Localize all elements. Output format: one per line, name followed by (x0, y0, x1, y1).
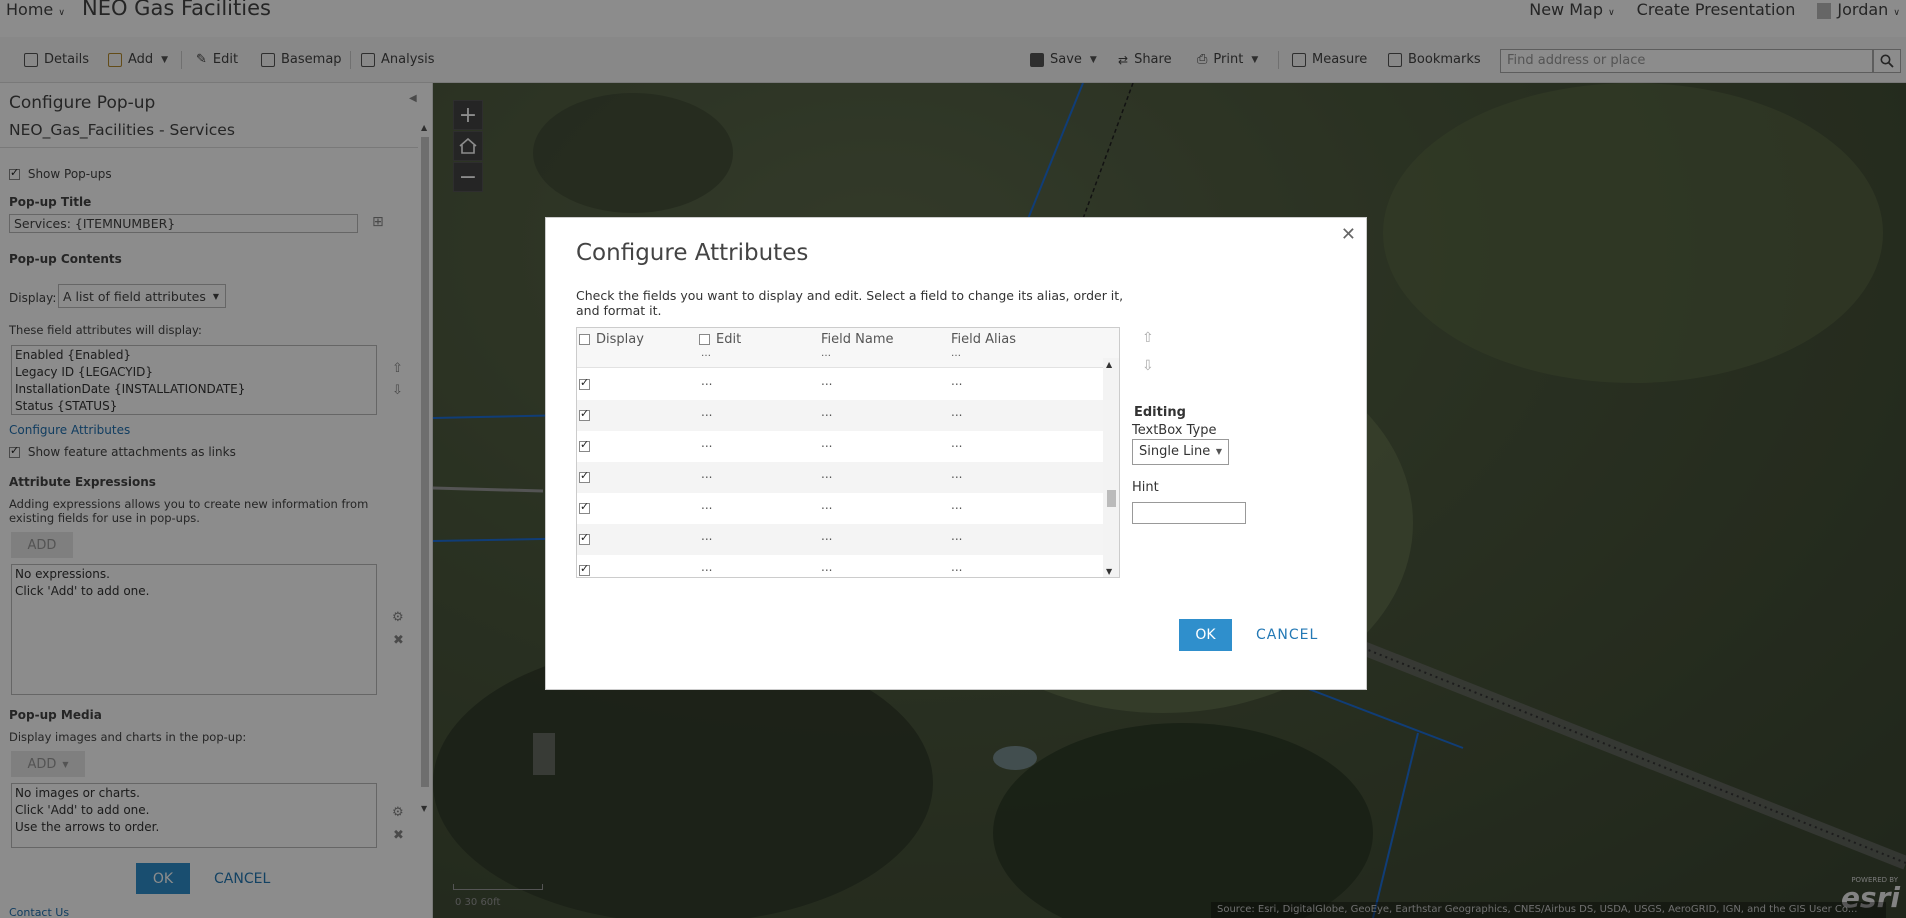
display-column-header[interactable]: Display (579, 332, 644, 347)
editing-label: Editing (1134, 405, 1186, 420)
display-checkbox[interactable] (579, 376, 590, 390)
attributes-grid: Display Edit Field Name Field Alias … … … (576, 327, 1120, 578)
cell-edit: ... (701, 529, 713, 543)
display-checkbox[interactable] (579, 531, 590, 545)
scroll-down-icon[interactable]: ▼ (1106, 567, 1112, 576)
cell-edit: ... (701, 560, 713, 574)
table-row[interactable]: ......... (577, 400, 1103, 431)
display-checkbox-cell[interactable] (579, 407, 590, 422)
dialog-title: Configure Attributes (576, 240, 809, 266)
hint-label: Hint (1132, 480, 1159, 495)
scroll-thumb[interactable] (1107, 490, 1116, 507)
cell-edit: ... (701, 436, 713, 450)
display-checkbox[interactable] (579, 500, 590, 514)
display-checkbox[interactable] (579, 562, 590, 576)
cell-edit: ... (701, 467, 713, 481)
cell-name: ... (821, 467, 833, 481)
dialog-description: Check the fields you want to display and… (576, 288, 1124, 318)
cell-alias: ... (951, 498, 963, 512)
table-row[interactable]: ......... (577, 524, 1103, 555)
table-row[interactable]: ......... (577, 462, 1103, 493)
grid-scrollbar[interactable]: ▲ ▼ (1103, 358, 1119, 577)
textbox-type-label: TextBox Type (1132, 423, 1217, 438)
table-row[interactable]: ......... (577, 493, 1103, 524)
display-checkbox-cell[interactable] (579, 562, 590, 577)
scroll-up-icon[interactable]: ▲ (1106, 360, 1112, 369)
move-field-up-icon[interactable]: ⇧ (1142, 330, 1154, 346)
display-checkbox-cell[interactable] (579, 500, 590, 515)
cell-edit: ... (701, 374, 713, 388)
cell-edit: ... (701, 405, 713, 419)
cell-name: ... (821, 405, 833, 419)
hint-input[interactable] (1132, 502, 1246, 524)
partial-row: … (951, 348, 961, 359)
display-checkbox-cell[interactable] (579, 376, 590, 391)
cell-alias: ... (951, 560, 963, 574)
cell-alias: ... (951, 467, 963, 481)
display-checkbox[interactable] (579, 469, 590, 483)
table-row[interactable]: ......... (577, 431, 1103, 462)
cell-alias: ... (951, 405, 963, 419)
edit-column-header[interactable]: Edit (699, 332, 741, 347)
configure-attributes-dialog: Configure Attributes ✕ Check the fields … (545, 217, 1367, 690)
ok-button[interactable]: OK (1179, 619, 1232, 651)
cancel-button[interactable]: CANCEL (1256, 619, 1318, 651)
chevron-down-icon: ▼ (1215, 447, 1222, 456)
close-icon[interactable]: ✕ (1341, 224, 1356, 245)
textbox-type-select[interactable]: Single Line ▼ (1132, 439, 1229, 465)
cell-name: ... (821, 436, 833, 450)
cell-name: ... (821, 498, 833, 512)
move-field-down-icon[interactable]: ⇩ (1142, 358, 1154, 374)
partial-row: … (821, 348, 831, 359)
field-alias-column-header[interactable]: Field Alias (951, 332, 1016, 347)
display-all-checkbox[interactable] (579, 334, 590, 345)
table-row[interactable]: ......... (577, 555, 1103, 577)
cell-edit: ... (701, 498, 713, 512)
display-checkbox[interactable] (579, 407, 590, 421)
grid-header: Display Edit Field Name Field Alias … … … (577, 328, 1119, 368)
cell-name: ... (821, 529, 833, 543)
field-name-column-header[interactable]: Field Name (821, 332, 894, 347)
cell-name: ... (821, 560, 833, 574)
display-checkbox-cell[interactable] (579, 438, 590, 453)
edit-all-checkbox[interactable] (699, 334, 710, 345)
display-checkbox-cell[interactable] (579, 531, 590, 546)
cell-alias: ... (951, 436, 963, 450)
cell-alias: ... (951, 529, 963, 543)
table-row[interactable]: ......... (577, 369, 1103, 400)
display-checkbox[interactable] (579, 438, 590, 452)
cell-alias: ... (951, 374, 963, 388)
display-checkbox-cell[interactable] (579, 469, 590, 484)
partial-row: … (701, 348, 711, 359)
cell-name: ... (821, 374, 833, 388)
